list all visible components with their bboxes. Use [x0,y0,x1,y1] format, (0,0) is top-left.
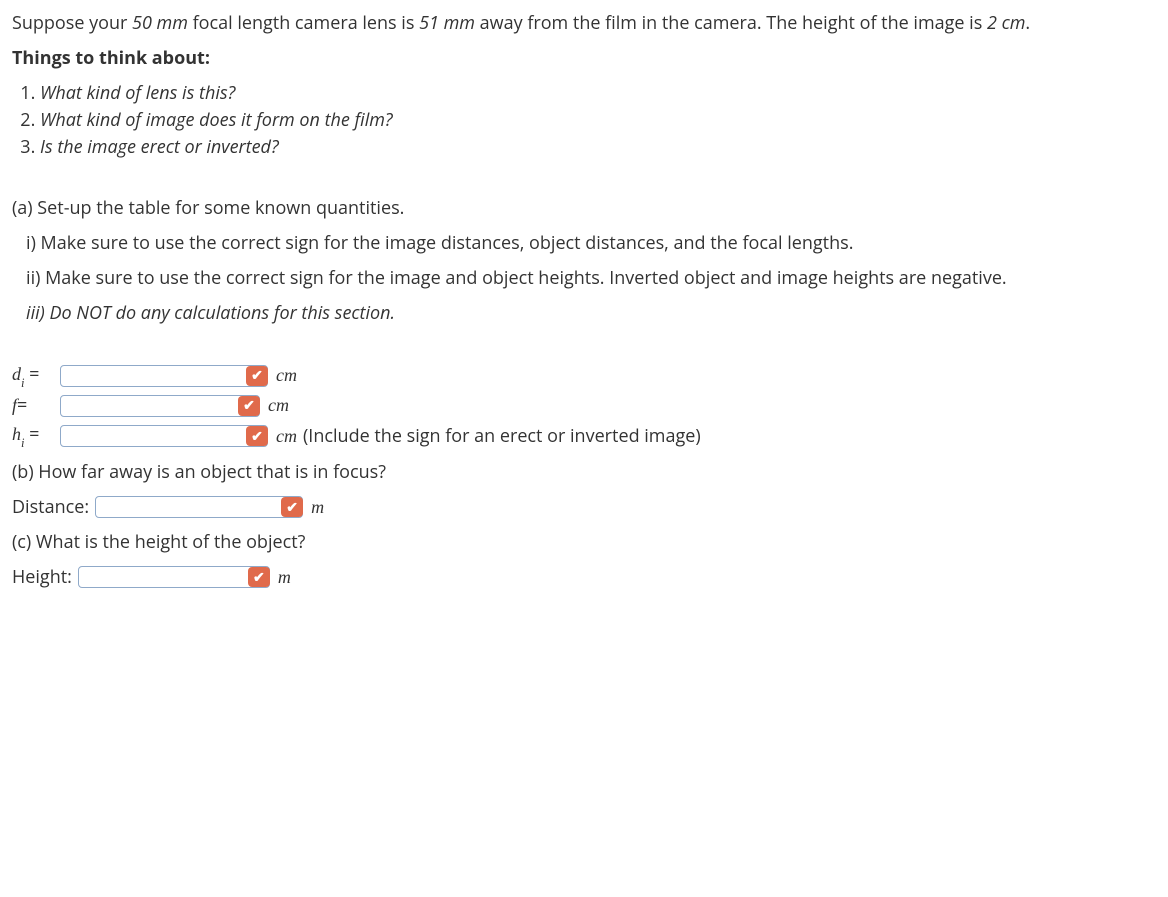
f-equals: = [17,393,27,417]
part-a-ii: ii) Make sure to use the correct sign fo… [12,265,1156,292]
intro-text: Suppose your [12,11,132,35]
row-height: Height: ✔ m [12,564,1156,591]
think-item: What kind of image does it form on the f… [40,108,393,132]
check-icon[interactable]: ✔ [281,497,303,517]
di-input[interactable] [60,365,268,387]
intro-text: focal length camera lens is [188,11,419,35]
distance-input[interactable] [95,496,303,518]
check-icon[interactable]: ✔ [246,366,268,386]
part-c-question: (c) What is the height of the object? [12,529,1156,556]
hi-equals: = [25,422,40,446]
row-di: di = ✔ cm [12,361,1156,390]
height-label: Height: [12,564,72,591]
think-item: Is the image erect or inverted? [40,135,279,159]
di-subscript: i [21,376,25,390]
row-f: f= ✔ cm [12,392,1156,419]
part-a-ii-text: ii) Make sure to use the correct sign fo… [12,266,1007,290]
di-unit: cm [276,362,297,389]
hi-note: (Include the sign for an erect or invert… [303,423,701,450]
hi-subscript: i [21,436,25,450]
part-a-i-text: i) Make sure to use the correct sign for… [12,231,853,255]
part-b-question: (b) How far away is an object that is in… [12,459,1156,486]
image-height-value: 2 cm [987,11,1025,35]
distance-label: Distance: [12,494,89,521]
check-icon[interactable]: ✔ [238,396,260,416]
di-equals: = [25,362,40,386]
hi-symbol: h [12,424,21,444]
row-distance: Distance: ✔ m [12,494,1156,521]
think-item: What kind of lens is this? [40,81,235,105]
height-unit: m [278,564,291,591]
part-a-heading: (a) Set-up the table for some known quan… [12,195,1156,222]
row-hi: hi = ✔ cm (Include the sign for an erect… [12,421,1156,450]
intro-text: away from the film in the camera. The he… [475,11,987,35]
hi-label: hi = [12,421,54,450]
distance-unit: m [311,494,324,521]
lens-distance-value: 51 mm [419,11,475,35]
check-icon[interactable]: ✔ [248,567,270,587]
things-to-think-list: What kind of lens is this? What kind of … [12,80,1156,161]
part-a-iii: iii) Do NOT do any calculations for this… [12,300,1156,327]
f-input[interactable] [60,395,260,417]
intro-text: . [1025,11,1030,35]
part-a-iii-text: iii) Do NOT do any calculations for this… [12,301,395,325]
f-label: f= [12,392,54,419]
part-a-i: i) Make sure to use the correct sign for… [12,230,1156,257]
f-unit: cm [268,392,289,419]
focal-length-value: 50 mm [132,11,188,35]
height-input[interactable] [78,566,270,588]
di-symbol: d [12,364,21,384]
intro-paragraph: Suppose your 50 mm focal length camera l… [12,10,1156,37]
hi-unit: cm [276,423,297,450]
things-to-think-heading: Things to think about: [12,45,1156,72]
di-label: di = [12,361,54,390]
check-icon[interactable]: ✔ [246,426,268,446]
hi-input[interactable] [60,425,268,447]
